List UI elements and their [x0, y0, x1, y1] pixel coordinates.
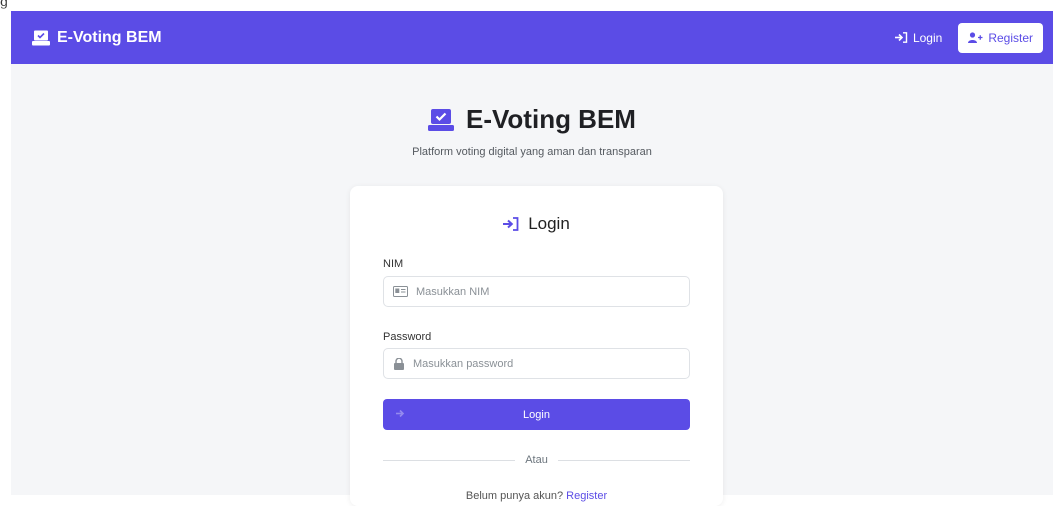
navbar-actions: Login Register [885, 22, 1043, 53]
login-card-title-text: Login [528, 214, 570, 233]
lock-icon [393, 357, 405, 370]
ballot-box-icon [428, 108, 455, 131]
divider-text: Atau [525, 454, 548, 466]
nav-login-link[interactable]: Login [885, 25, 952, 51]
hero-title-text: E-Voting BEM [466, 104, 636, 134]
nim-input[interactable] [416, 285, 676, 298]
divider-line-right [557, 459, 691, 461]
nav-register-button[interactable]: Register [958, 22, 1043, 53]
browser-chrome-strip: g [0, 0, 1053, 11]
hero-title: E-Voting BEM [428, 104, 636, 135]
top-navbar: E-Voting BEM Login Register [11, 11, 1053, 64]
password-label: Password [383, 331, 432, 343]
sign-in-icon [396, 408, 409, 419]
login-card: Login NIM Password [350, 186, 723, 506]
login-submit-label: Login [523, 408, 550, 421]
ballot-box-icon [32, 30, 50, 46]
divider-line-left [383, 459, 516, 461]
nim-field[interactable] [383, 276, 690, 307]
chrome-partial-text: g [0, 0, 9, 10]
nav-login-label: Login [912, 30, 943, 45]
sign-in-icon [894, 32, 908, 43]
login-submit-button[interactable]: Login [383, 399, 690, 430]
navbar-brand-label: E-Voting BEM [57, 28, 162, 46]
main-content: E-Voting BEM Platform voting digital yan… [11, 64, 1053, 506]
register-link[interactable]: Register [566, 490, 607, 502]
nim-label: NIM [383, 258, 404, 270]
password-input[interactable] [413, 357, 673, 370]
hero-section: E-Voting BEM Platform voting digital yan… [11, 104, 1053, 158]
id-card-icon [393, 286, 408, 297]
hero-subtitle: Platform voting digital yang aman dan tr… [412, 145, 652, 158]
password-field[interactable] [383, 348, 690, 379]
user-plus-icon [968, 32, 983, 43]
or-divider: Atau [383, 453, 691, 467]
register-prompt: Belum punya akun? Register [350, 490, 723, 502]
sign-in-icon [503, 217, 519, 231]
navbar-brand[interactable]: E-Voting BEM [32, 29, 162, 47]
login-card-title: Login [350, 214, 723, 234]
register-prompt-text: Belum punya akun? [465, 490, 564, 502]
nav-register-label: Register [988, 30, 1033, 45]
